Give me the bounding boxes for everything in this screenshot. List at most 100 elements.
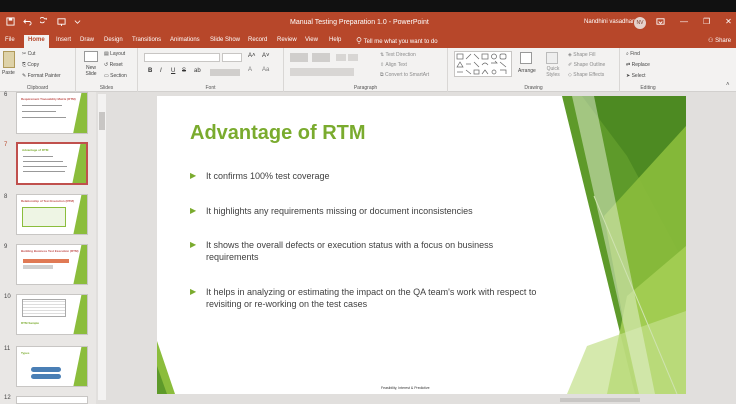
thumbnail-scrollbar[interactable] <box>98 94 106 400</box>
change-case-icon[interactable]: Aa <box>262 67 269 73</box>
tab-view[interactable]: View <box>305 37 318 43</box>
bullets-icon[interactable] <box>290 53 308 62</box>
save-icon[interactable] <box>6 17 15 29</box>
bullet-item[interactable]: ▶ It highlights any requirements missing… <box>190 205 550 219</box>
font-size-input[interactable] <box>222 53 242 62</box>
strikethrough-button[interactable]: S <box>182 68 186 74</box>
shapes-gallery[interactable] <box>454 51 512 77</box>
quick-styles-icon[interactable] <box>546 52 558 64</box>
shape-fill-button[interactable]: ◈ Shape Fill <box>568 52 595 58</box>
quick-access-toolbar <box>6 17 81 29</box>
tell-me-search[interactable]: Tell me what you want to do <box>356 37 438 45</box>
slide-number: 12 <box>4 395 11 401</box>
align-text-button[interactable]: ⇳ Align Text <box>380 62 407 68</box>
numbering-icon[interactable] <box>312 53 330 62</box>
quick-styles-button[interactable]: Quick Styles <box>542 66 564 78</box>
tab-record[interactable]: Record <box>248 37 267 43</box>
collapse-ribbon-icon[interactable]: ˄ <box>726 82 730 88</box>
arrange-icon[interactable] <box>520 52 532 64</box>
tab-help[interactable]: Help <box>329 37 341 43</box>
tell-me-text: Tell me what you want to do <box>363 39 438 45</box>
cut-label: Cut <box>27 51 36 57</box>
bold-button[interactable]: B <box>148 68 152 74</box>
cut-button[interactable]: ✂ Cut <box>22 51 35 57</box>
decrease-font-icon[interactable]: A˅ <box>262 53 270 59</box>
increase-indent-icon[interactable] <box>348 54 358 61</box>
restore-button[interactable]: ❐ <box>703 17 710 28</box>
shape-outline-button[interactable]: ✐ Shape Outline <box>568 62 605 68</box>
bullet-item[interactable]: ▶ It helps in analyzing or estimating th… <box>190 286 550 312</box>
select-button[interactable]: ➤ Select <box>626 73 646 79</box>
arrange-button[interactable]: Arrange <box>518 68 536 74</box>
tab-review[interactable]: Review <box>277 37 297 43</box>
increase-font-icon[interactable]: A˄ <box>248 53 256 59</box>
tab-slide-show[interactable]: Slide Show <box>210 37 240 43</box>
thumb-line <box>23 156 53 157</box>
user-name[interactable]: Nandhini vasadhan <box>584 19 635 25</box>
thumbnail-slide-12[interactable] <box>16 396 88 404</box>
share-button[interactable]: ⚇ Share <box>708 37 731 44</box>
thumbnail-slide-7[interactable]: Advantage of RTM <box>16 142 88 185</box>
replace-button[interactable]: ⇄ Replace <box>626 62 650 68</box>
shadow-button[interactable]: ab <box>194 68 201 74</box>
redo-icon[interactable] <box>39 17 49 29</box>
character-spacing-icon[interactable] <box>210 69 240 76</box>
scrollbar-thumb[interactable] <box>99 112 105 130</box>
minimize-button[interactable]: — <box>680 17 688 28</box>
font-color-icon[interactable]: A <box>248 67 252 73</box>
tab-file[interactable]: File <box>5 37 15 43</box>
replace-label: Replace <box>631 62 650 68</box>
new-slide-icon[interactable] <box>84 51 98 62</box>
thumbnail-slide-11[interactable]: Types <box>16 346 88 387</box>
paste-icon[interactable] <box>3 51 15 68</box>
tab-design[interactable]: Design <box>104 37 123 43</box>
shape-effects-button[interactable]: ◇ Shape Effects <box>568 72 604 78</box>
thumbnail-slide-6[interactable]: Requirement Traceability Matrix (RTM) <box>16 92 88 134</box>
bullet-item[interactable]: ▶ It shows the overall defects or execut… <box>190 239 550 265</box>
undo-icon[interactable] <box>23 17 32 29</box>
alignment-buttons[interactable] <box>290 68 354 76</box>
tab-draw[interactable]: Draw <box>80 37 94 43</box>
tab-home[interactable]: Home <box>24 35 49 48</box>
tab-insert[interactable]: Insert <box>56 37 71 43</box>
clipboard-group: Paste ✂ Cut ⎘ Copy ✎ Format Painter Clip… <box>0 48 76 92</box>
powerpoint-window: Manual Testing Preparation 1.0 - PowerPo… <box>0 0 736 404</box>
font-name-input[interactable] <box>144 53 220 62</box>
ribbon-display-icon[interactable] <box>656 17 665 28</box>
format-painter-button[interactable]: ✎ Format Painter <box>22 73 61 79</box>
share-label: Share <box>715 38 732 44</box>
section-label: Section <box>110 73 127 79</box>
main-area: 6 Requirement Traceability Matrix (RTM) … <box>0 92 736 404</box>
thumbnail-slide-9[interactable]: Building Business Test Execution (RTM) <box>16 244 88 285</box>
avatar[interactable]: NV <box>634 17 646 29</box>
font-label: Font <box>205 85 216 91</box>
close-button[interactable]: ✕ <box>725 17 732 28</box>
layout-button[interactable]: ▤ Layout <box>104 51 125 57</box>
bullet-item[interactable]: ▶ It confirms 100% test coverage <box>190 170 550 184</box>
thumb-shape <box>31 367 61 372</box>
tab-transitions[interactable]: Transitions <box>132 37 161 43</box>
thumb-line <box>23 161 63 162</box>
slide-canvas[interactable]: Advantage of RTM ▶ It confirms 100% test… <box>157 96 686 394</box>
section-button[interactable]: ▭ Section <box>104 73 127 79</box>
italic-button[interactable]: I <box>160 68 162 74</box>
reset-button[interactable]: ↺ Reset <box>104 62 123 68</box>
thumbnail-slide-8[interactable]: Relationship of Test Execution (RTM) <box>16 194 88 235</box>
decrease-indent-icon[interactable] <box>336 54 346 61</box>
tab-animations[interactable]: Animations <box>170 37 200 43</box>
editing-group: ⌕ Find ⇄ Replace ➤ Select Editing <box>620 48 676 92</box>
slide-number: 11 <box>4 346 11 352</box>
thumbnail-slide-10[interactable]: RTM Sample <box>16 294 88 335</box>
horizontal-scrollbar[interactable] <box>560 398 640 402</box>
paste-button[interactable]: Paste <box>2 70 15 76</box>
ribbon-tabs: File Home Insert Draw Design Transitions… <box>0 34 736 48</box>
slide-title[interactable]: Advantage of RTM <box>190 122 366 145</box>
convert-smartart-button[interactable]: ⧉ Convert to SmartArt <box>380 72 429 78</box>
underline-button[interactable]: U <box>171 68 175 74</box>
new-slide-button[interactable]: New Slide <box>80 65 102 77</box>
find-button[interactable]: ⌕ Find <box>626 51 640 57</box>
customize-qat-icon[interactable] <box>74 17 81 29</box>
copy-button[interactable]: ⎘ Copy <box>22 62 39 68</box>
text-direction-button[interactable]: ⇅ Text Direction <box>380 52 416 58</box>
present-icon[interactable] <box>57 17 66 29</box>
